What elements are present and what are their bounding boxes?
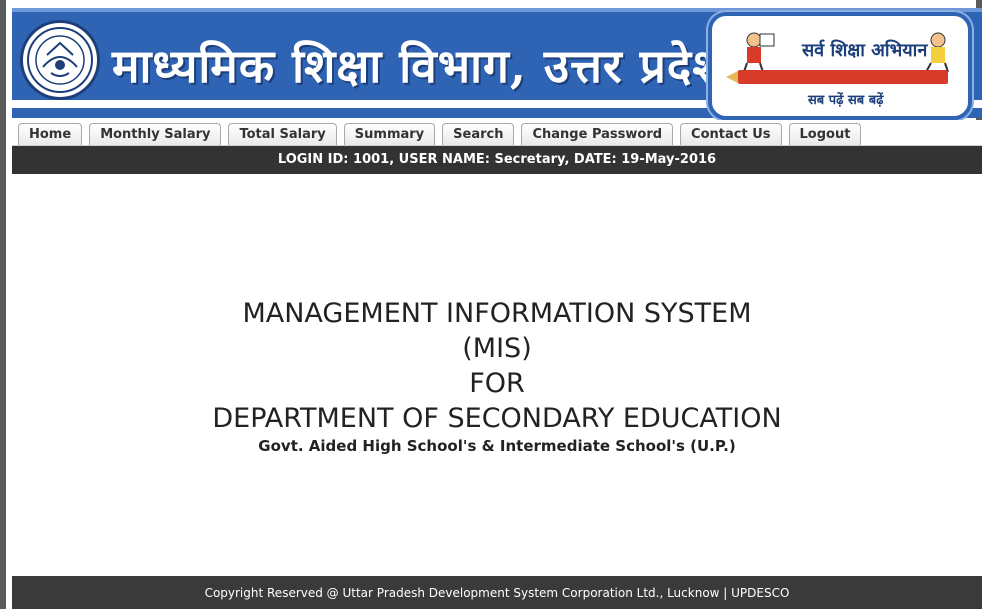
child-reading-icon <box>743 32 775 73</box>
login-info-bar: LOGIN ID: 1001, USER NAME: Secretary, DA… <box>12 146 982 174</box>
main-nav-tabs: Home Monthly Salary Total Salary Summary… <box>12 120 982 146</box>
header-banner: माध्यमिक शिक्षा विभाग, उत्तर प्रदेश सर्व… <box>12 8 982 120</box>
tab-monthly-salary[interactable]: Monthly Salary <box>89 123 222 145</box>
sarva-shiksha-abhiyan-logo: सर्व शिक्षा अभियान सब पढ़ें सब बढ़ें <box>708 12 972 120</box>
tab-change-password[interactable]: Change Password <box>521 123 674 145</box>
tab-logout[interactable]: Logout <box>788 123 862 145</box>
welcome-heading-block: MANAGEMENT INFORMATION SYSTEM (MIS) FOR … <box>12 296 982 456</box>
ssa-slogan: सर्व शिक्षा अभियान <box>802 40 928 61</box>
ssa-tagline: सब पढ़ें सब बढ़ें <box>808 93 884 108</box>
up-government-emblem <box>20 20 100 100</box>
tab-contact-us[interactable]: Contact Us <box>680 123 782 145</box>
page-frame: माध्यमिक शिक्षा विभाग, उत्तर प्रदेश सर्व… <box>0 0 982 609</box>
tab-summary[interactable]: Summary <box>343 123 436 145</box>
footer-copyright: Copyright Reserved @ Uttar Pradesh Devel… <box>12 576 982 609</box>
heading-line-mis-abbr: (MIS) <box>462 333 532 364</box>
pencil-graphic <box>738 70 948 84</box>
tab-search[interactable]: Search <box>442 123 515 145</box>
heading-line-department: DEPARTMENT OF SECONDARY EDUCATION <box>212 403 782 434</box>
tab-home[interactable]: Home <box>18 123 83 145</box>
heading-line-mis-title: MANAGEMENT INFORMATION SYSTEM <box>242 298 752 329</box>
heading-subtitle: Govt. Aided High School's & Intermediate… <box>258 437 736 455</box>
main-content: MANAGEMENT INFORMATION SYSTEM (MIS) FOR … <box>12 174 982 576</box>
heading-line-for: FOR <box>469 368 525 399</box>
tab-total-salary[interactable]: Total Salary <box>228 123 337 145</box>
emblem-seal-icon <box>27 27 93 93</box>
department-title: माध्यमिक शिक्षा विभाग, उत्तर प्रदेश <box>112 39 725 93</box>
